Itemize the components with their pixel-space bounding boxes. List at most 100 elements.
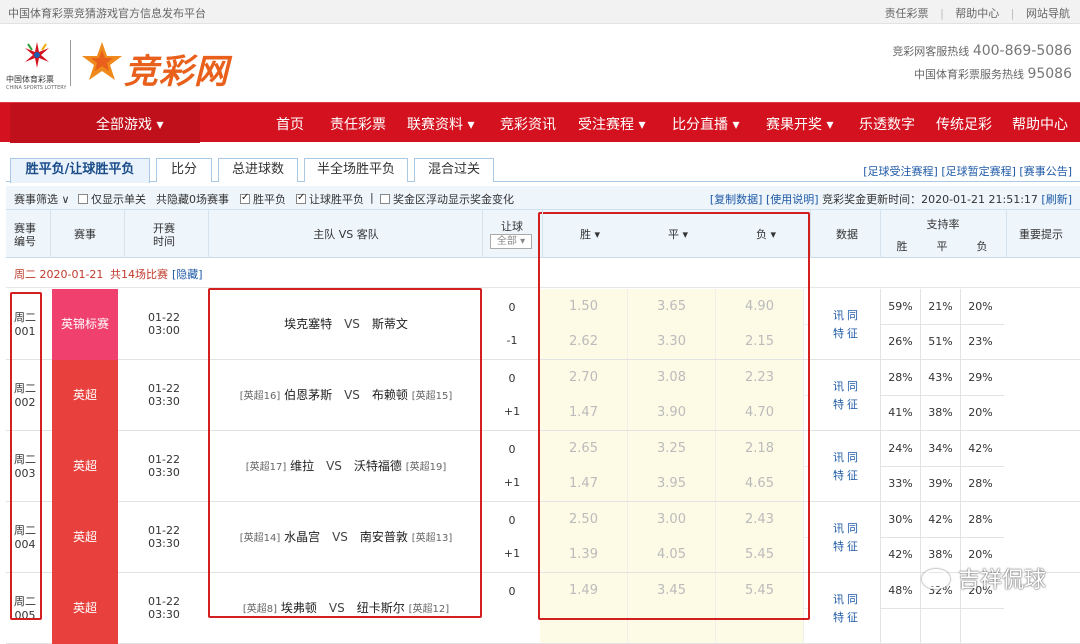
- odds-cell[interactable]: 3.65: [628, 289, 716, 324]
- league-badge[interactable]: 英锦标赛: [52, 289, 118, 360]
- checkbox-icon[interactable]: [78, 194, 88, 204]
- odds-cell[interactable]: 5.45: [716, 537, 804, 572]
- odds-cell[interactable]: 3.30: [628, 324, 716, 359]
- odds-cell[interactable]: 2.23: [716, 360, 804, 395]
- data-link-info[interactable]: 讯同: [812, 449, 882, 465]
- match-teams: 埃克塞特 VS 斯蒂文: [212, 315, 480, 332]
- home-team[interactable]: 埃克塞特: [284, 317, 332, 331]
- league-badge[interactable]: 英超: [52, 502, 118, 573]
- away-team[interactable]: 布赖顿: [372, 388, 408, 402]
- top-link-help[interactable]: 帮助中心: [955, 7, 999, 20]
- odds-cell[interactable]: 4.65: [716, 466, 804, 501]
- checkbox-checked-icon[interactable]: [240, 192, 250, 204]
- refresh-link[interactable]: [刷新]: [1041, 193, 1072, 206]
- top-link-sitemap[interactable]: 网站导航: [1026, 7, 1070, 20]
- odds-cell[interactable]: [540, 608, 628, 643]
- top-links: 责任彩票 | 帮助中心 | 网站导航: [877, 5, 1070, 21]
- nav-league-info[interactable]: 联赛资料 ▾: [407, 114, 474, 134]
- odds-cell[interactable]: [628, 608, 716, 643]
- home-team[interactable]: 水晶宫: [284, 530, 320, 544]
- nav-traditional[interactable]: 传统足彩: [936, 114, 992, 134]
- odds-cell[interactable]: 3.90: [628, 395, 716, 430]
- tab-score[interactable]: 比分: [156, 158, 212, 182]
- tab-spf[interactable]: 胜平负/让球胜平负: [10, 158, 150, 183]
- odds-cell[interactable]: 4.70: [716, 395, 804, 430]
- away-team[interactable]: 南安普敦: [360, 530, 408, 544]
- odds-cell[interactable]: 4.05: [628, 537, 716, 572]
- away-team[interactable]: 沃特福德: [354, 459, 402, 473]
- hide-link[interactable]: [隐藏]: [172, 266, 203, 282]
- data-link-feature[interactable]: 特征: [812, 396, 882, 412]
- odds-cell[interactable]: 2.62: [540, 324, 628, 359]
- nav-all-games[interactable]: 全部游戏 ▾: [10, 103, 200, 143]
- brand-logo[interactable]: 竞彩网: [80, 38, 250, 92]
- odds-cell[interactable]: 2.70: [540, 360, 628, 395]
- nav-responsible[interactable]: 责任彩票: [330, 114, 386, 134]
- china-sports-lottery-logo[interactable]: 中国体育彩票 CHINA SPORTS LOTTERY: [6, 40, 68, 94]
- data-link-info[interactable]: 讯同: [812, 591, 882, 607]
- league-badge[interactable]: 英超: [52, 573, 118, 644]
- odds-cell[interactable]: 2.43: [716, 502, 804, 537]
- nav-schedule[interactable]: 受注赛程 ▾: [578, 114, 645, 134]
- odds-cell[interactable]: 4.90: [716, 289, 804, 324]
- col-win[interactable]: 胜 ▾: [546, 228, 634, 241]
- filter-toggle[interactable]: 赛事筛选 ∨: [14, 191, 70, 207]
- col-lose[interactable]: 负 ▾: [722, 228, 810, 241]
- odds-cell[interactable]: 3.45: [628, 573, 716, 608]
- home-team[interactable]: 埃弗顿: [281, 601, 317, 615]
- single-only-option[interactable]: 仅显示单关: [78, 191, 146, 207]
- rqspf-option[interactable]: 让球胜平负: [296, 191, 364, 207]
- odds-cell[interactable]: 2.15: [716, 324, 804, 359]
- data-link-feature[interactable]: 特征: [812, 325, 882, 341]
- col-draw[interactable]: 平 ▾: [634, 228, 722, 241]
- home-team[interactable]: 伯恩茅斯: [284, 388, 332, 402]
- odds-cell[interactable]: 5.45: [716, 573, 804, 608]
- tab-total-goals[interactable]: 总进球数: [218, 158, 298, 182]
- odds-cell[interactable]: 1.47: [540, 466, 628, 501]
- data-link-feature[interactable]: 特征: [812, 538, 882, 554]
- checkbox-icon[interactable]: [380, 194, 390, 204]
- away-team[interactable]: 斯蒂文: [372, 317, 408, 331]
- tab-mixed[interactable]: 混合过关: [414, 158, 494, 182]
- data-link-feature[interactable]: 特征: [812, 467, 882, 483]
- nav-results[interactable]: 赛果开奖 ▾: [766, 114, 833, 134]
- nav-lotto[interactable]: 乐透数字: [859, 114, 915, 134]
- odds-cell[interactable]: 2.18: [716, 431, 804, 466]
- odds-cell[interactable]: 1.49: [540, 573, 628, 608]
- handicap-select[interactable]: 全部 ▾: [490, 234, 532, 249]
- odds-cell[interactable]: 3.00: [628, 502, 716, 537]
- odds-cell[interactable]: 2.65: [540, 431, 628, 466]
- float-prize-option[interactable]: 奖金区浮动显示奖金变化: [380, 191, 514, 207]
- checkbox-checked-icon[interactable]: [296, 192, 306, 204]
- odds-cell[interactable]: 1.47: [540, 395, 628, 430]
- home-team[interactable]: 维拉: [290, 459, 314, 473]
- nav-live-score[interactable]: 比分直播 ▾: [672, 114, 739, 134]
- spf-option[interactable]: 胜平负: [240, 191, 286, 207]
- data-link-info[interactable]: 讯同: [812, 307, 882, 323]
- league-badge[interactable]: 英超: [52, 360, 118, 431]
- odds-cell[interactable]: [716, 608, 804, 643]
- odds-cell[interactable]: 2.50: [540, 502, 628, 537]
- nav-news[interactable]: 竞彩资讯: [500, 114, 556, 134]
- copy-data-link[interactable]: [复制数据]: [710, 193, 763, 206]
- watermark: 吉祥侃球: [921, 562, 1046, 594]
- divider: [70, 40, 71, 86]
- tab-half-full[interactable]: 半全场胜平负: [304, 158, 408, 182]
- top-link-responsible[interactable]: 责任彩票: [885, 7, 929, 20]
- data-link-feature[interactable]: 特征: [812, 609, 882, 625]
- odds-cell[interactable]: 3.25: [628, 431, 716, 466]
- league-badge[interactable]: 英超: [52, 431, 118, 502]
- nav-help[interactable]: 帮助中心: [1012, 114, 1068, 134]
- away-team[interactable]: 纽卡斯尔: [357, 601, 405, 615]
- odds-cell[interactable]: 1.39: [540, 537, 628, 572]
- schedule-links[interactable]: [足球受注赛程] [足球暂定赛程] [赛事公告]: [863, 163, 1072, 179]
- odds-cell[interactable]: 3.95: [628, 466, 716, 501]
- nav-home[interactable]: 首页: [276, 114, 304, 134]
- usage-link[interactable]: [使用说明]: [766, 193, 819, 206]
- data-link-info[interactable]: 讯同: [812, 378, 882, 394]
- odds-cell[interactable]: 1.50: [540, 289, 628, 324]
- hidden-count: 共隐藏0场赛事: [156, 193, 229, 206]
- data-link-info[interactable]: 讯同: [812, 520, 882, 536]
- support-rate-cell: 48%: [880, 573, 920, 608]
- odds-cell[interactable]: 3.08: [628, 360, 716, 395]
